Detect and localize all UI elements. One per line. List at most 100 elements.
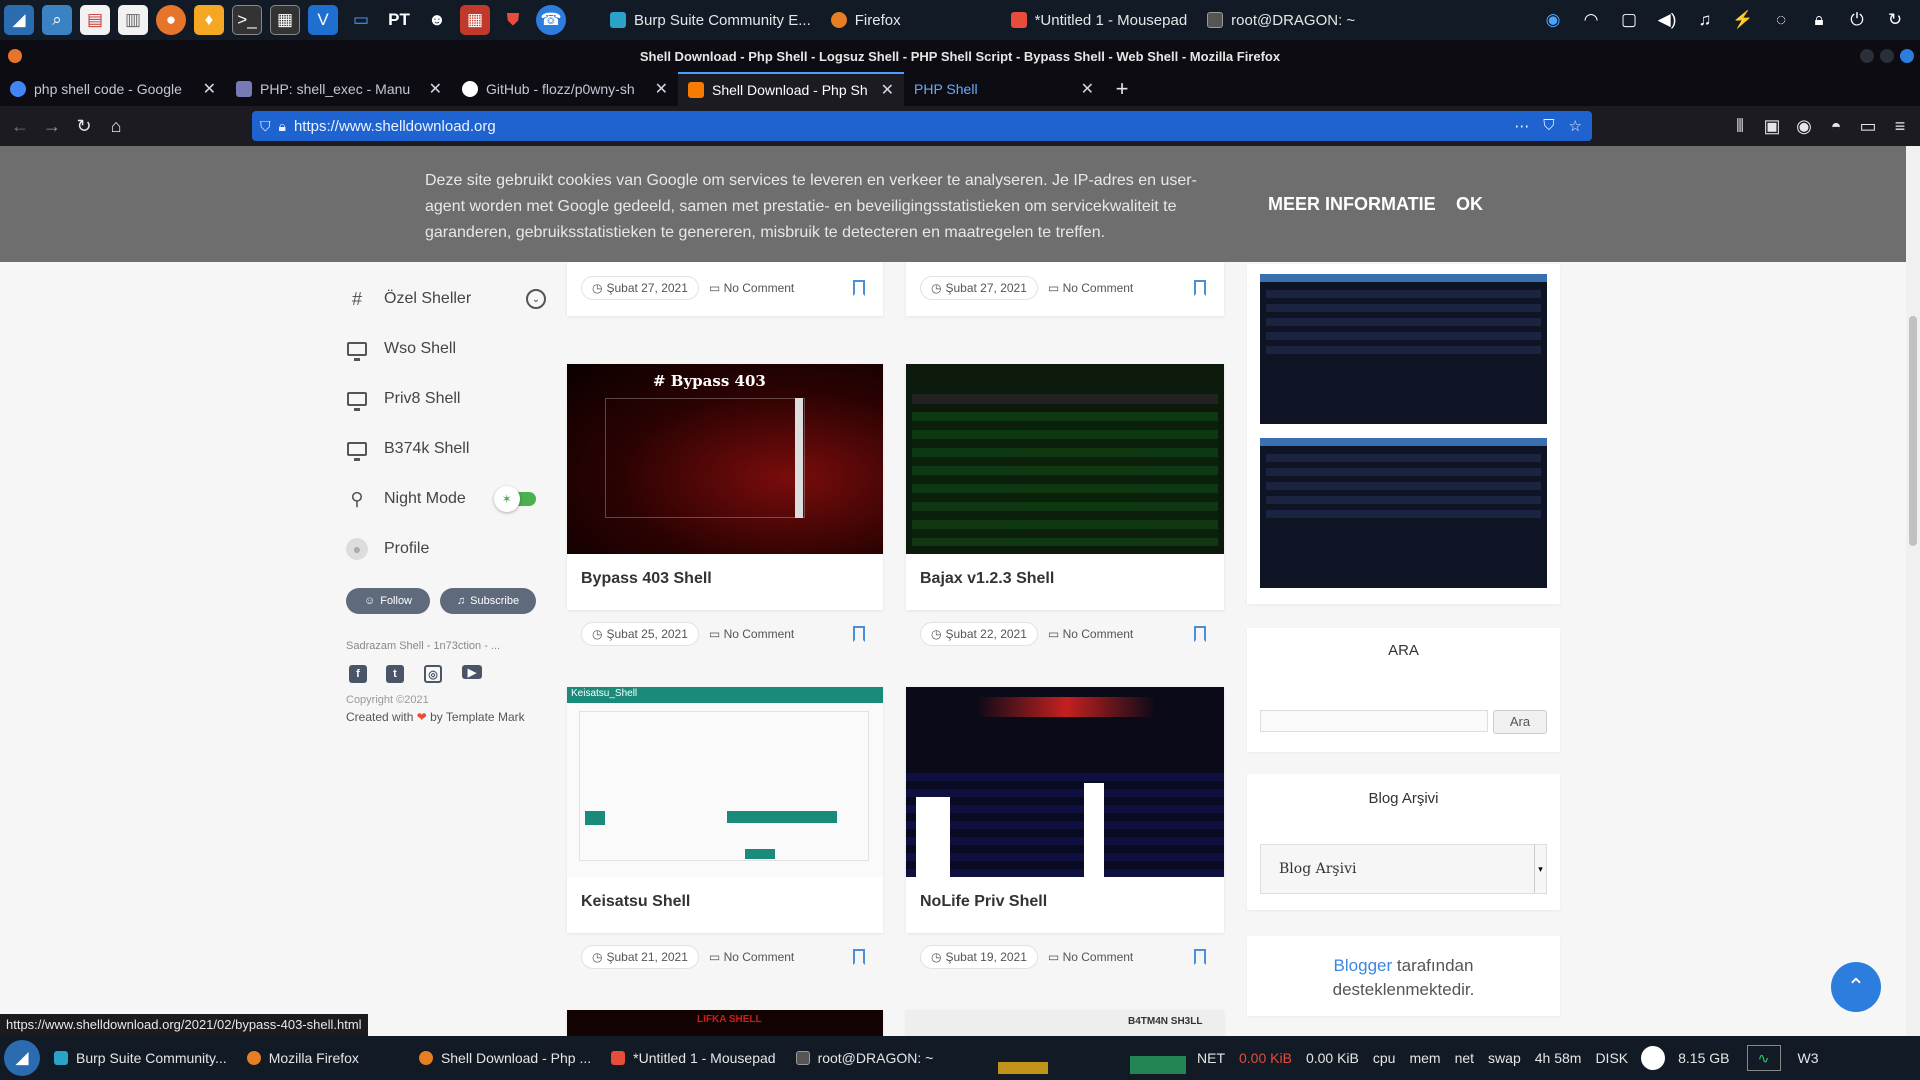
search-input[interactable] bbox=[1260, 710, 1488, 732]
bookmark-icon[interactable] bbox=[853, 626, 865, 642]
menu-icon[interactable]: ≡ bbox=[1884, 110, 1916, 142]
search-icon[interactable]: ⌕ bbox=[42, 5, 72, 35]
ghost-icon[interactable]: ☻ bbox=[422, 5, 452, 35]
wifi-icon[interactable]: ◠ bbox=[1576, 5, 1606, 35]
tab-google[interactable]: php shell code - Google ✕ bbox=[0, 72, 226, 106]
top-task-terminal[interactable]: root@DRAGON: ~ bbox=[1197, 0, 1365, 40]
night-mode-toggle[interactable]: ✶ bbox=[493, 486, 536, 512]
post-thumbnail[interactable]: # Bypass 403 bbox=[567, 364, 883, 554]
tab-php-manual[interactable]: PHP: shell_exec - Manu ✕ bbox=[226, 72, 452, 106]
url-bar[interactable]: ⛉ 🔒︎ https://www.shelldownload.org ⋯ ⛉ ☆ bbox=[252, 111, 1592, 141]
terminal-icon[interactable]: >_ bbox=[232, 5, 262, 35]
top-task-mousepad[interactable]: *Untitled 1 - Mousepad bbox=[1001, 0, 1198, 40]
scroll-to-top-button[interactable]: ⌃ bbox=[1831, 962, 1881, 1012]
pt-icon[interactable]: PT bbox=[384, 5, 414, 35]
power-icon[interactable]: ⏻ bbox=[1842, 5, 1872, 35]
bottom-task-shell-download[interactable]: Shell Download - Php ... bbox=[409, 1050, 601, 1066]
sidebar-item-wso-shell[interactable]: Wso Shell bbox=[346, 338, 456, 361]
new-tab-button[interactable]: + bbox=[1104, 72, 1140, 106]
volume-icon[interactable]: ◀) bbox=[1652, 5, 1682, 35]
post-comments[interactable]: ▭ No Comment bbox=[1048, 950, 1133, 964]
post-comments[interactable]: ▭ No Comment bbox=[1048, 281, 1133, 295]
minimize-icon[interactable] bbox=[1860, 49, 1874, 63]
post-title[interactable]: Keisatsu Shell bbox=[581, 893, 690, 911]
close-tab-icon[interactable]: ✕ bbox=[429, 79, 442, 99]
close-tab-icon[interactable]: ✕ bbox=[655, 79, 668, 99]
tab-php-shell[interactable]: PHP Shell ✕ bbox=[904, 72, 1104, 106]
bookmark-icon[interactable] bbox=[1194, 280, 1206, 296]
sidebar-item-priv8-shell[interactable]: Priv8 Shell bbox=[346, 388, 460, 411]
widget-image[interactable] bbox=[1260, 274, 1547, 424]
post-thumbnail[interactable]: Keisatsu_Shell bbox=[567, 687, 883, 877]
post-title[interactable]: Bypass 403 Shell bbox=[581, 570, 712, 588]
archive-select[interactable]: Blog Arşivi ▾ bbox=[1260, 844, 1547, 894]
display-icon[interactable]: ▭ bbox=[346, 5, 376, 35]
notification-icon[interactable]: ♫ bbox=[1690, 5, 1720, 35]
kali-menu-icon[interactable]: ◢ bbox=[4, 5, 34, 35]
post-comments[interactable]: ▭ No Comment bbox=[709, 950, 794, 964]
twitter-icon[interactable]: t bbox=[386, 665, 404, 683]
top-task-firefox[interactable]: Firefox bbox=[821, 0, 911, 40]
clock-icon[interactable]: ◌ bbox=[1766, 5, 1796, 35]
bookmark-icon[interactable] bbox=[853, 949, 865, 965]
tab-shell-download[interactable]: Shell Download - Php Sh ✕ bbox=[678, 72, 904, 106]
container-icon[interactable]: ▭ bbox=[1852, 110, 1884, 142]
page-scrollbar[interactable] bbox=[1906, 146, 1920, 1036]
kali-dragon-icon[interactable]: ◢ bbox=[4, 1040, 40, 1076]
grid-app-icon[interactable]: ▦ bbox=[460, 5, 490, 35]
post-title[interactable]: Bajax v1.2.3 Shell bbox=[920, 570, 1054, 588]
close-window-icon[interactable] bbox=[1900, 49, 1914, 63]
lock-icon[interactable]: 🔒︎ bbox=[1804, 5, 1834, 35]
lock-icon[interactable]: 🔒︎ bbox=[279, 118, 294, 135]
activity-monitor-icon[interactable]: ∿ bbox=[1746, 1045, 1781, 1071]
tab-github[interactable]: GitHub - flozz/p0wny-sh ✕ bbox=[452, 72, 678, 106]
post-card-nolife[interactable]: NoLife Priv Shell ◷ Şubat 19, 2021 ▭ No C… bbox=[906, 687, 1224, 969]
scrollbar-thumb[interactable] bbox=[1909, 316, 1917, 546]
burp-icon[interactable]: ♦ bbox=[194, 5, 224, 35]
sidebar-item-ozel-sheller[interactable]: # Özel Sheller ⌄ bbox=[346, 288, 546, 310]
bookmark-icon[interactable] bbox=[1194, 949, 1206, 965]
chevron-down-icon[interactable]: ⌄ bbox=[526, 289, 546, 309]
bottom-task-burp[interactable]: Burp Suite Community... bbox=[44, 1050, 237, 1066]
post-comments[interactable]: ▭ No Comment bbox=[709, 281, 794, 295]
refresh-icon[interactable]: ↻ bbox=[1880, 5, 1910, 35]
blogger-link[interactable]: Blogger bbox=[1334, 956, 1393, 975]
pocket-icon[interactable]: ⛉ bbox=[1543, 117, 1554, 135]
search-button[interactable]: Ara bbox=[1493, 710, 1547, 734]
sidebar-icon[interactable]: ▣ bbox=[1756, 110, 1788, 142]
chat-icon[interactable]: ☎ bbox=[536, 5, 566, 35]
bookmark-icon[interactable] bbox=[1194, 626, 1206, 642]
page-actions-icon[interactable]: ⋯ bbox=[1514, 117, 1529, 135]
sidebar-item-b374k-shell[interactable]: B374k Shell bbox=[346, 438, 469, 461]
post-comments[interactable]: ▭ No Comment bbox=[709, 627, 794, 641]
facebook-icon[interactable]: f bbox=[349, 665, 367, 683]
ok-button[interactable]: OK bbox=[1456, 194, 1483, 215]
more-info-button[interactable]: MEER INFORMATIE bbox=[1268, 194, 1436, 215]
text-editor-icon[interactable]: ▤ bbox=[80, 5, 110, 35]
widget-image[interactable] bbox=[1260, 438, 1547, 588]
home-icon[interactable]: ⌂ bbox=[100, 110, 132, 142]
bottom-task-terminal[interactable]: root@DRAGON: ~ bbox=[786, 1050, 944, 1066]
tracking-shield-icon[interactable]: ⛉ bbox=[252, 118, 279, 135]
files-icon[interactable]: ▥ bbox=[118, 5, 148, 35]
post-thumbnail[interactable] bbox=[906, 687, 1224, 877]
post-card-partial[interactable]: B4TM4N SH3LL bbox=[906, 1010, 1224, 1036]
bottom-task-firefox[interactable]: Mozilla Firefox bbox=[237, 1050, 369, 1066]
bookmark-icon[interactable] bbox=[853, 280, 865, 296]
close-tab-icon[interactable]: ✕ bbox=[881, 80, 894, 100]
workspace-indicator[interactable]: W3 bbox=[1791, 1050, 1826, 1066]
follow-button[interactable]: ☺ Follow bbox=[346, 588, 430, 614]
firefox-icon[interactable]: ● bbox=[156, 5, 186, 35]
forward-icon[interactable]: → bbox=[36, 110, 68, 142]
post-card-partial[interactable]: LIFKA SHELL bbox=[567, 1010, 883, 1036]
sidebar-item-night-mode[interactable]: ⚲ Night Mode ✶ bbox=[346, 486, 536, 512]
template-link[interactable]: by Template Mark bbox=[430, 710, 524, 724]
post-card-bypass-403[interactable]: # Bypass 403 Bypass 403 Shell ◷ Şubat 25,… bbox=[567, 364, 883, 646]
vscode-icon[interactable]: V bbox=[308, 5, 338, 35]
url-text[interactable]: https://www.shelldownload.org bbox=[294, 118, 1504, 135]
post-thumbnail[interactable] bbox=[906, 364, 1224, 554]
post-card-keisatsu[interactable]: Keisatsu_Shell Keisatsu Shell ◷ Şubat 21,… bbox=[567, 687, 883, 969]
maximize-icon[interactable] bbox=[1880, 49, 1894, 63]
top-task-burp[interactable]: Burp Suite Community E... bbox=[600, 0, 821, 40]
youtube-icon[interactable]: ▶ bbox=[462, 665, 482, 679]
